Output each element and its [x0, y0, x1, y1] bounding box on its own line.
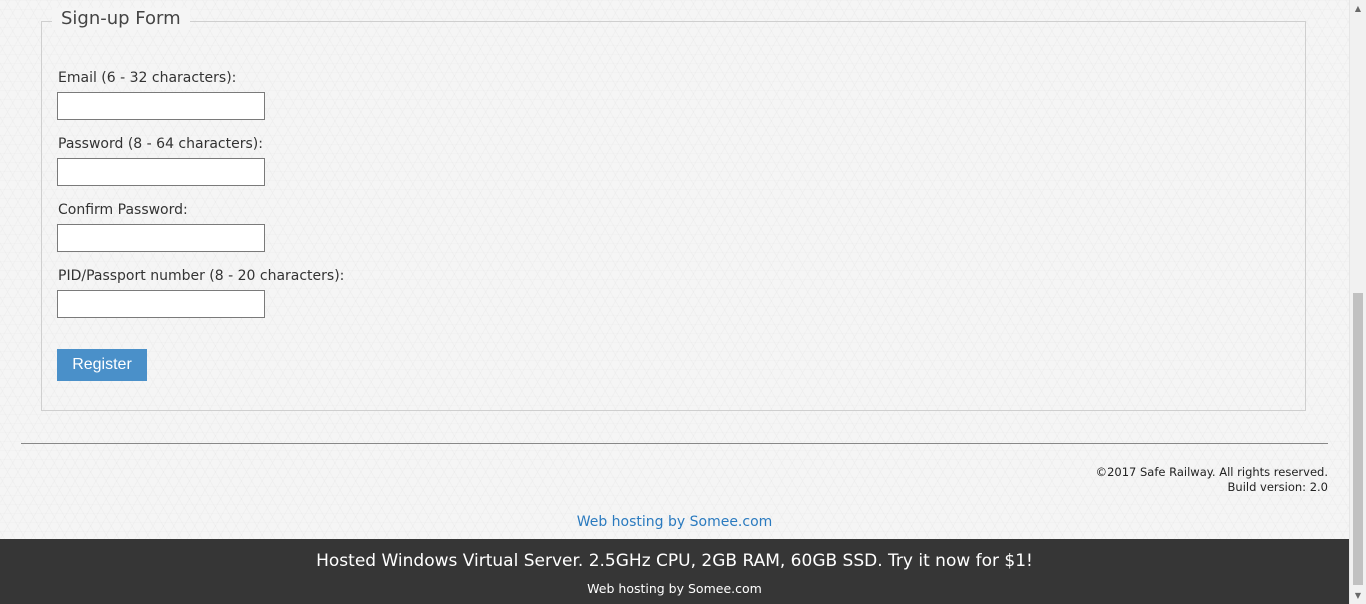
pid-passport-input[interactable] — [57, 290, 265, 318]
footer-copyright-block: ©2017 Safe Railway. All rights reserved.… — [1096, 465, 1328, 495]
build-version-text: Build version: 2.0 — [1227, 480, 1328, 494]
scroll-down-arrow-icon[interactable]: ▼ — [1350, 587, 1366, 604]
email-label: Email (6 - 32 characters): — [58, 70, 237, 86]
pid-passport-label: PID/Passport number (8 - 20 characters): — [58, 268, 345, 284]
email-input[interactable] — [57, 92, 265, 120]
vertical-scrollbar[interactable]: ▲ ▼ — [1349, 0, 1366, 604]
password-label: Password (8 - 64 characters): — [58, 136, 263, 152]
footer-divider — [21, 443, 1328, 444]
hosting-link-row: Web hosting by Somee.com — [0, 513, 1349, 531]
scrollbar-thumb[interactable] — [1353, 293, 1363, 585]
password-input[interactable] — [57, 158, 265, 186]
hosting-ad-bar[interactable]: Hosted Windows Virtual Server. 2.5GHz CP… — [0, 539, 1349, 604]
form-legend: Sign-up Form — [52, 8, 190, 30]
copyright-text: ©2017 Safe Railway. All rights reserved. — [1095, 465, 1328, 479]
hosting-link[interactable]: Web hosting by Somee.com — [577, 514, 773, 530]
scroll-up-arrow-icon[interactable]: ▲ — [1350, 0, 1366, 17]
confirm-password-input[interactable] — [57, 224, 265, 252]
register-button[interactable]: Register — [57, 349, 147, 381]
ad-headline[interactable]: Hosted Windows Virtual Server. 2.5GHz CP… — [0, 550, 1349, 572]
ad-subline[interactable]: Web hosting by Somee.com — [0, 581, 1349, 597]
confirm-password-label: Confirm Password: — [58, 202, 188, 218]
